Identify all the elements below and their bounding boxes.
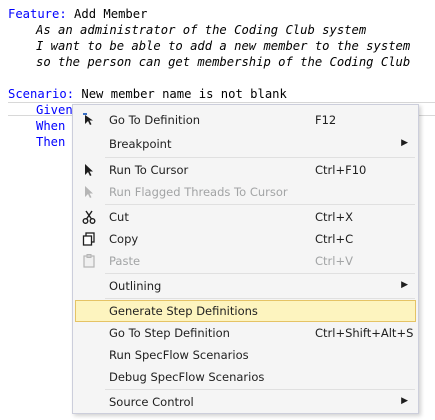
context-menu: Go To Definition F12 Breakpoint ▶ Run To… <box>72 104 419 414</box>
scissors-icon <box>81 209 97 225</box>
menu-item-go-to-step-definition[interactable]: Go To Step Definition Ctrl+Shift+Alt+S <box>75 322 416 344</box>
run-to-cursor-icon <box>81 162 97 178</box>
menu-separator <box>105 157 415 158</box>
menu-item-shortcut: Ctrl+C <box>315 232 354 246</box>
run-flagged-threads-icon <box>81 184 97 200</box>
menu-item-label: Run To Cursor <box>109 163 189 177</box>
menu-item-shortcut: Ctrl+X <box>315 210 353 224</box>
scenario-line: Scenario: New member name is not blank <box>8 86 287 102</box>
menu-item-label: Go To Step Definition <box>109 326 230 340</box>
description-line-1: As an administrator of the Coding Club s… <box>36 23 367 37</box>
submenu-arrow-icon: ▶ <box>401 138 408 148</box>
paste-icon <box>81 253 97 269</box>
menu-item-breakpoint[interactable]: Breakpoint ▶ <box>75 133 416 155</box>
menu-item-cut[interactable]: Cut Ctrl+X <box>75 206 416 228</box>
description-line-3: so the person can get membership of the … <box>36 55 411 69</box>
menu-item-run-specflow-scenarios[interactable]: Run SpecFlow Scenarios <box>75 344 416 366</box>
feature-title: Add Member <box>66 7 148 21</box>
menu-separator <box>105 273 415 274</box>
menu-item-copy[interactable]: Copy Ctrl+C <box>75 228 416 250</box>
description-line-2: I want to be able to add a new member to… <box>36 39 411 53</box>
menu-item-label: Breakpoint <box>109 137 172 151</box>
menu-item-label: Generate Step Definitions <box>109 304 258 318</box>
menu-item-shortcut: Ctrl+F10 <box>315 163 367 177</box>
menu-item-label: Source Control <box>109 395 194 409</box>
menu-separator <box>105 298 415 299</box>
menu-item-shortcut: Ctrl+Shift+Alt+S <box>315 326 414 340</box>
menu-item-source-control[interactable]: Source Control ▶ <box>75 391 416 413</box>
menu-item-label: Run SpecFlow Scenarios <box>109 348 249 362</box>
feature-line: Feature: Add Member <box>8 6 147 22</box>
step-then: Then <box>36 135 66 149</box>
menu-item-label: Run Flagged Threads To Cursor <box>109 185 288 199</box>
go-to-definition-icon <box>81 112 97 128</box>
step-when: When <box>36 119 66 133</box>
menu-item-label: Paste <box>109 254 141 268</box>
submenu-arrow-icon: ▶ <box>401 280 408 290</box>
menu-item-label: Debug SpecFlow Scenarios <box>109 370 265 384</box>
menu-item-go-to-definition[interactable]: Go To Definition F12 <box>75 109 416 131</box>
menu-item-run-flagged-threads[interactable]: Run Flagged Threads To Cursor <box>75 181 416 203</box>
menu-item-label: Outlining <box>109 279 162 293</box>
scenario-keyword: Scenario: <box>8 87 75 101</box>
menu-item-shortcut: Ctrl+V <box>315 254 353 268</box>
menu-separator <box>105 389 415 390</box>
copy-icon <box>81 231 97 247</box>
menu-item-label: Go To Definition <box>109 113 201 127</box>
menu-item-paste[interactable]: Paste Ctrl+V <box>75 250 416 272</box>
submenu-arrow-icon: ▶ <box>401 396 408 406</box>
menu-item-run-to-cursor[interactable]: Run To Cursor Ctrl+F10 <box>75 159 416 181</box>
feature-keyword: Feature: <box>8 7 67 21</box>
menu-item-shortcut: F12 <box>315 113 337 127</box>
menu-item-label: Cut <box>109 210 129 224</box>
menu-item-generate-step-definitions[interactable]: Generate Step Definitions <box>75 300 416 322</box>
menu-item-debug-specflow-scenarios[interactable]: Debug SpecFlow Scenarios <box>75 366 416 388</box>
step-given: Given <box>36 103 73 117</box>
menu-item-outlining[interactable]: Outlining ▶ <box>75 275 416 297</box>
menu-item-label: Copy <box>109 232 139 246</box>
menu-separator <box>105 204 415 205</box>
scenario-title: New member name is not blank <box>74 87 287 101</box>
